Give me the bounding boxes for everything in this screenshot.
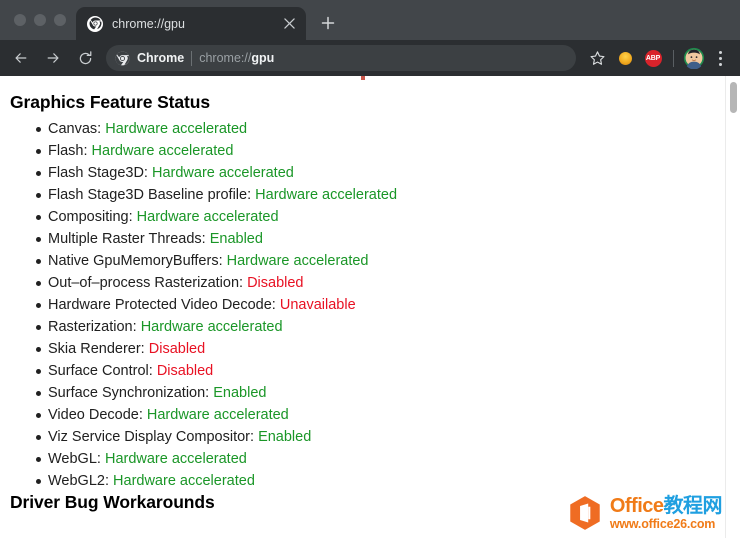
tab-chrome-gpu[interactable]: chrome://gpu bbox=[76, 7, 306, 40]
scrollbar-thumb[interactable] bbox=[730, 82, 737, 113]
feature-list-item: Canvas: Hardware accelerated bbox=[10, 118, 725, 140]
feature-label: Flash: bbox=[48, 143, 88, 159]
watermark-name-en: Office bbox=[609, 494, 664, 517]
feature-list-item: Multiple Raster Threads: Enabled bbox=[10, 228, 725, 250]
feature-label: WebGL: bbox=[48, 451, 101, 467]
browser-toolbar: Chrome chrome://gpu ABP bbox=[0, 40, 740, 76]
feature-label: WebGL2: bbox=[48, 473, 109, 489]
omnibox-brand-label: Chrome bbox=[137, 51, 185, 65]
feature-status-value: Enabled bbox=[258, 429, 312, 445]
chrome-browser: chrome://gpu Chrome chrome://gpu ABP Gra… bbox=[0, 0, 740, 538]
address-bar[interactable]: Chrome chrome://gpu bbox=[106, 45, 576, 71]
feature-label: Compositing: bbox=[48, 209, 133, 225]
extension-icon[interactable] bbox=[612, 45, 638, 71]
feature-status-value: Enabled bbox=[213, 385, 267, 401]
feature-status-value: Hardware accelerated bbox=[151, 165, 294, 181]
feature-list-item: WebGL: Hardware accelerated bbox=[10, 448, 725, 470]
back-icon[interactable] bbox=[6, 43, 36, 73]
feature-status-value: Enabled bbox=[209, 231, 263, 247]
adblock-plus-icon[interactable]: ABP bbox=[640, 45, 666, 71]
feature-list-item: Viz Service Display Compositor: Enabled bbox=[10, 426, 725, 448]
minimize-window-button[interactable] bbox=[34, 14, 46, 26]
feature-status-value: Hardware accelerated bbox=[226, 253, 369, 269]
feature-label: Video Decode: bbox=[48, 407, 143, 423]
omnibox-url-page: gpu bbox=[251, 51, 275, 65]
forward-icon[interactable] bbox=[38, 43, 68, 73]
feature-label: Out–of–process Rasterization: bbox=[48, 275, 244, 291]
feature-status-value: Hardware accelerated bbox=[105, 121, 248, 137]
feature-list-item: Skia Renderer: Disabled bbox=[10, 338, 725, 360]
feature-status-value: Hardware accelerated bbox=[255, 187, 398, 203]
watermark: Office教程网 www.office26.com bbox=[566, 494, 722, 532]
feature-status-value: Disabled bbox=[156, 363, 214, 379]
omnibox-separator bbox=[191, 50, 193, 66]
vertical-scrollbar[interactable] bbox=[725, 76, 740, 538]
feature-status-value: Hardware accelerated bbox=[136, 209, 279, 225]
feature-status-value: Hardware accelerated bbox=[146, 407, 289, 423]
omnibox-url-prefix: chrome:// bbox=[199, 51, 252, 65]
feature-list-item: Compositing: Hardware accelerated bbox=[10, 206, 725, 228]
feature-status-value: Unavailable bbox=[279, 297, 356, 313]
adblock-badge-label: ABP bbox=[644, 49, 662, 67]
profile-avatar[interactable] bbox=[681, 45, 707, 71]
close-window-button[interactable] bbox=[14, 14, 26, 26]
feature-list-item: Out–of–process Rasterization: Disabled bbox=[10, 272, 725, 294]
feature-label: Hardware Protected Video Decode: bbox=[48, 297, 276, 313]
feature-label: Skia Renderer: bbox=[48, 341, 145, 357]
feature-status-value: Hardware accelerated bbox=[91, 143, 234, 159]
feature-list-item: Native GpuMemoryBuffers: Hardware accele… bbox=[10, 250, 725, 272]
feature-label: Surface Synchronization: bbox=[48, 385, 210, 401]
page-viewport: Graphics Feature Status Canvas: Hardware… bbox=[0, 76, 740, 538]
toolbar-divider bbox=[673, 49, 674, 67]
reload-icon[interactable] bbox=[70, 43, 100, 73]
maximize-window-button[interactable] bbox=[54, 14, 66, 26]
feature-status-value: Disabled bbox=[148, 341, 206, 357]
avatar-icon bbox=[683, 47, 705, 70]
feature-label: Viz Service Display Compositor: bbox=[48, 429, 255, 445]
feature-status-value: Disabled bbox=[247, 275, 304, 291]
feature-status-value: Hardware accelerated bbox=[104, 451, 247, 467]
office-hexagon-logo-icon bbox=[566, 494, 604, 532]
watermark-text: Office教程网 www.office26.com bbox=[609, 494, 723, 531]
feature-label: Rasterization: bbox=[48, 319, 137, 335]
bookmark-star-icon[interactable] bbox=[584, 45, 610, 71]
feature-list-item: Flash: Hardware accelerated bbox=[10, 140, 725, 162]
tab-strip: chrome://gpu bbox=[0, 0, 740, 40]
feature-status-value: Hardware accelerated bbox=[140, 319, 283, 335]
feature-label: Flash Stage3D: bbox=[48, 165, 148, 181]
omnibox-url: chrome://gpu bbox=[199, 51, 274, 65]
chrome-logo-icon bbox=[115, 51, 130, 66]
watermark-title: Office教程网 bbox=[609, 494, 723, 517]
feature-list-item: Surface Control: Disabled bbox=[10, 360, 725, 382]
feature-label: Native GpuMemoryBuffers: bbox=[48, 253, 223, 269]
chrome-menu-icon[interactable] bbox=[709, 45, 731, 71]
feature-list-item: Hardware Protected Video Decode: Unavail… bbox=[10, 294, 725, 316]
feature-label: Surface Control: bbox=[48, 363, 153, 379]
feature-label: Canvas: bbox=[48, 121, 102, 137]
gpu-page-content: Graphics Feature Status Canvas: Hardware… bbox=[0, 76, 725, 538]
tab-title: chrome://gpu bbox=[112, 16, 185, 31]
feature-list-item: Rasterization: Hardware accelerated bbox=[10, 316, 725, 338]
watermark-name-cn: 教程网 bbox=[663, 494, 723, 517]
feature-status-value: Hardware accelerated bbox=[113, 473, 255, 489]
watermark-url: www.office26.com bbox=[609, 516, 716, 531]
feature-label: Multiple Raster Threads: bbox=[48, 231, 206, 247]
close-icon[interactable] bbox=[281, 16, 297, 32]
chrome-globe-icon bbox=[87, 15, 103, 32]
window-controls bbox=[0, 0, 76, 40]
graphics-feature-list: Canvas: Hardware accelerated Flash: Hardw… bbox=[10, 118, 725, 492]
feature-list-item: Flash Stage3D Baseline profile: Hardware… bbox=[10, 184, 725, 206]
new-tab-button[interactable] bbox=[314, 9, 342, 37]
feature-list-item: Flash Stage3D: Hardware accelerated bbox=[10, 162, 725, 184]
feature-list-item: Video Decode: Hardware accelerated bbox=[10, 404, 725, 426]
page-title: Graphics Feature Status bbox=[10, 92, 210, 112]
feature-list-item: WebGL2: Hardware accelerated bbox=[10, 470, 725, 492]
feature-label: Flash Stage3D Baseline profile: bbox=[48, 187, 252, 203]
feature-list-item: Surface Synchronization: Enabled bbox=[10, 382, 725, 404]
browser-window: chrome://gpu Chrome chrome://gpu ABP Gra… bbox=[0, 0, 740, 538]
